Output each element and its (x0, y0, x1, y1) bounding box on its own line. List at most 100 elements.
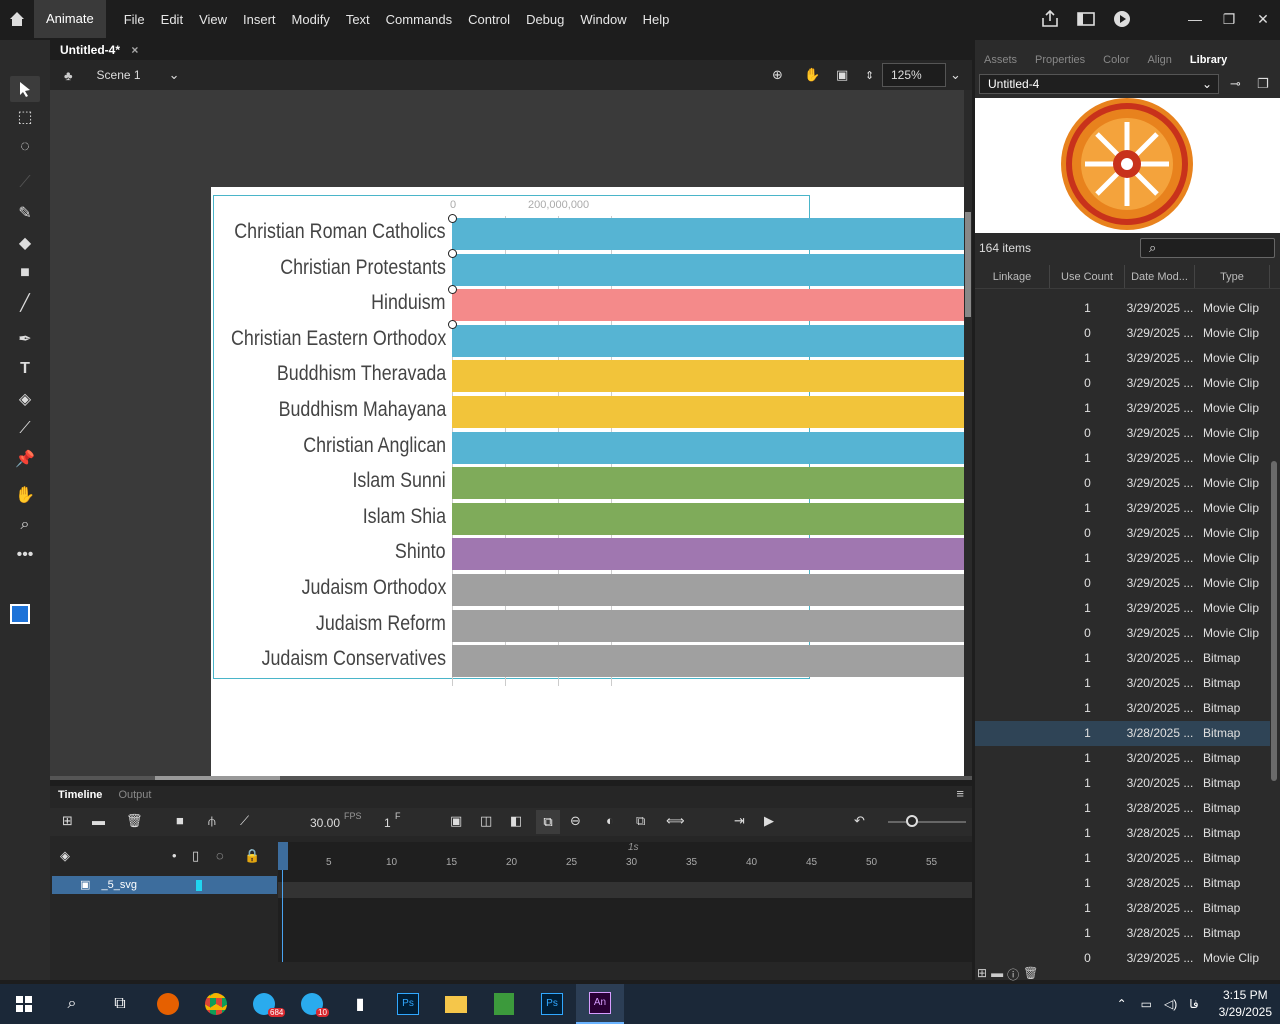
library-row[interactable]: 1 3/29/2025 ... Movie Clip (975, 396, 1270, 421)
zoom-dropdown-icon[interactable]: ⌄ (950, 67, 961, 83)
clip-icon[interactable]: ▣ (836, 67, 848, 83)
new-folder-icon[interactable]: ▬ (991, 966, 1003, 983)
eraser-icon[interactable]: ◆ (10, 230, 40, 256)
test-movie-icon[interactable] (1112, 9, 1132, 32)
scene-label[interactable]: Scene 1 (97, 68, 141, 82)
library-row[interactable]: 0 3/29/2025 ... Movie Clip (975, 321, 1270, 346)
play-icon[interactable]: ▶ (764, 813, 774, 829)
brush-icon[interactable]: ✎ (10, 200, 40, 226)
library-row[interactable]: 1 3/20/2025 ... Bitmap (975, 846, 1270, 871)
new-library-icon[interactable]: ❐ (1257, 76, 1269, 92)
edit-multiple-icon[interactable]: ⧉ (636, 813, 645, 829)
eyedropper-icon[interactable]: ⟋ (10, 416, 40, 442)
rotate-icon[interactable]: ✋ (804, 67, 820, 83)
library-row[interactable]: 1 3/28/2025 ... Bitmap (975, 796, 1270, 821)
selected-object[interactable]: 0200,000,000Christian Roman Catholics360… (213, 195, 972, 686)
firefox-icon[interactable] (144, 984, 192, 1024)
timeline-tab-timeline[interactable]: Timeline (50, 786, 110, 804)
line-icon[interactable]: ╱ (10, 290, 40, 316)
layer-row[interactable]: ▣ _5_svg (52, 876, 277, 894)
insert-keyframe-icon[interactable]: ▣ (450, 813, 462, 829)
paint-bucket-icon[interactable]: ◈ (10, 386, 40, 412)
library-row[interactable]: 1 3/29/2025 ... Movie Clip (975, 346, 1270, 371)
library-row[interactable]: 1 3/29/2025 ... Movie Clip (975, 446, 1270, 471)
library-row[interactable]: 1 3/29/2025 ... Movie Clip (975, 496, 1270, 521)
document-tab[interactable]: Untitled-4* × (50, 40, 148, 60)
close-icon[interactable]: ✕ (1246, 11, 1280, 28)
home-icon[interactable] (0, 0, 34, 38)
stroke-color-swatch[interactable] (10, 604, 30, 624)
library-row[interactable]: 1 3/20/2025 ... Bitmap (975, 696, 1270, 721)
visibility-icon[interactable]: ◌ (216, 848, 224, 863)
transform-handle[interactable] (448, 214, 457, 223)
library-row[interactable]: 0 3/29/2025 ... Movie Clip (975, 621, 1270, 646)
menu-file[interactable]: File (116, 12, 153, 27)
panel-tab-color[interactable]: Color (1094, 50, 1138, 70)
app-name[interactable]: Animate (34, 0, 106, 38)
library-row[interactable]: 1 3/28/2025 ... Bitmap (975, 896, 1270, 921)
loop-icon[interactable]: ⇥ (734, 813, 745, 829)
library-row[interactable]: 1 3/20/2025 ... Bitmap (975, 746, 1270, 771)
chrome-icon[interactable] (192, 984, 240, 1024)
telegram-icon[interactable]: 684 (240, 984, 288, 1024)
zoom-field[interactable]: 125% (882, 63, 946, 87)
pin-icon[interactable]: 📌 (10, 446, 40, 472)
column-header[interactable]: Date Mod... (1125, 265, 1195, 288)
library-row[interactable]: 0 3/29/2025 ... Movie Clip (975, 471, 1270, 496)
library-row[interactable]: 1 3/28/2025 ... Bitmap (975, 821, 1270, 846)
task-view-icon[interactable]: ⧉ (96, 984, 144, 1024)
library-scrollbar[interactable] (1270, 296, 1278, 976)
menu-modify[interactable]: Modify (284, 12, 338, 27)
frames-area[interactable]: 1s 5 10 15 20 25 30 35 40 45 50 55 (278, 842, 972, 962)
panel-tab-align[interactable]: Align (1138, 50, 1180, 70)
camera-icon[interactable]: ■ (176, 813, 184, 828)
library-row[interactable]: 1 3/29/2025 ... Movie Clip (975, 296, 1270, 321)
fps-value[interactable]: 30.00 (310, 816, 340, 830)
lasso-icon[interactable]: ◌ (10, 134, 40, 160)
auto-keyframe-icon[interactable]: ⧉ (536, 810, 560, 834)
text-tool-icon[interactable]: T (10, 356, 40, 382)
insert-frame-icon[interactable]: ◧ (510, 813, 522, 829)
insert-blank-keyframe-icon[interactable]: ◫ (480, 813, 492, 829)
delete-layer-icon[interactable]: 🗑 (126, 813, 143, 829)
volume-icon[interactable]: ◁) (1164, 997, 1177, 1011)
library-row[interactable]: 0 3/29/2025 ... Movie Clip (975, 571, 1270, 596)
pin-library-icon[interactable]: ⊸ (1230, 76, 1241, 92)
scene-dropdown-icon[interactable]: ⌄ (169, 67, 180, 83)
library-row[interactable]: 1 3/28/2025 ... Bitmap (975, 871, 1270, 896)
transform-handle[interactable] (448, 249, 457, 258)
share-icon[interactable] (1040, 9, 1060, 32)
playhead-handle[interactable] (278, 842, 288, 870)
transform-handle[interactable] (448, 320, 457, 329)
center-stage-icon[interactable]: ⊕ (772, 67, 783, 83)
language-indicator[interactable]: فا (1189, 997, 1198, 1011)
menu-window[interactable]: Window (572, 12, 634, 27)
chart-app-icon[interactable] (480, 984, 528, 1024)
new-layer-icon[interactable]: ⊞ (62, 813, 73, 829)
clock[interactable]: 3:15 PM 3/29/2025 (1219, 987, 1272, 1021)
menu-commands[interactable]: Commands (378, 12, 460, 27)
column-header[interactable]: Use Count (1050, 265, 1125, 288)
more-tools-icon[interactable]: ••• (10, 542, 40, 568)
search-icon[interactable]: ⌕ (48, 984, 96, 1024)
library-row[interactable]: 1 3/20/2025 ... Bitmap (975, 771, 1270, 796)
stage-vscroll[interactable] (964, 90, 972, 776)
new-symbol-icon[interactable]: ⊞ (977, 966, 987, 983)
library-document-select[interactable]: Untitled-4 ⌄ (979, 74, 1219, 94)
library-row[interactable]: 1 3/20/2025 ... Bitmap (975, 646, 1270, 671)
lock-icon[interactable]: 🔒 (244, 848, 260, 864)
file-explorer-icon[interactable] (432, 984, 480, 1024)
undo-icon[interactable]: ↶ (854, 813, 865, 829)
minimize-icon[interactable]: — (1178, 11, 1212, 27)
zoom-icon[interactable]: ⌕ (10, 512, 40, 538)
panel-menu-icon[interactable]: ≡ (956, 786, 964, 801)
delete-icon[interactable]: 🗑 (1023, 966, 1038, 983)
library-row[interactable]: 1 3/20/2025 ... Bitmap (975, 671, 1270, 696)
tween-icon[interactable]: ⟺ (666, 813, 685, 829)
menu-view[interactable]: View (191, 12, 235, 27)
timeline-tab-output[interactable]: Output (110, 786, 159, 804)
close-tab-icon[interactable]: × (131, 43, 138, 57)
animate-icon[interactable]: An (576, 984, 624, 1024)
layer-frames[interactable] (278, 882, 972, 898)
menu-help[interactable]: Help (635, 12, 678, 27)
